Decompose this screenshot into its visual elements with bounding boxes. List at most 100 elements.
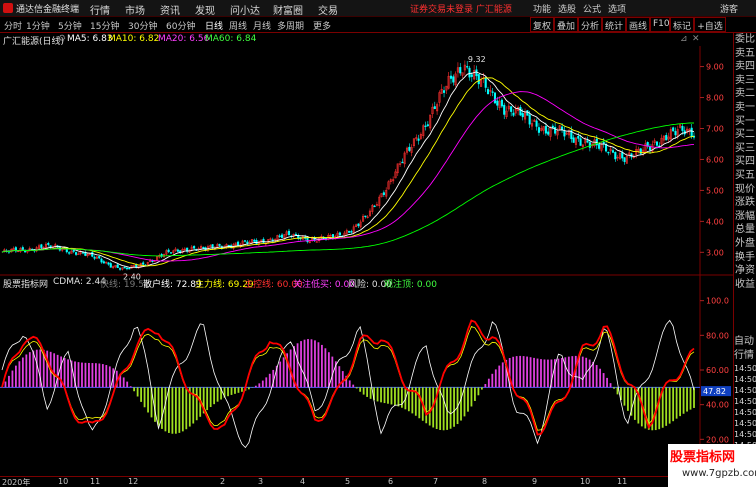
collapse-icon[interactable]: ⊿	[680, 34, 688, 44]
menu-item-xuangu[interactable]: 选股	[558, 2, 576, 15]
login-notice[interactable]: 证券交易未登录 广汇能源	[410, 2, 512, 15]
tab-monthly[interactable]: 月线	[253, 19, 271, 32]
candle-body	[125, 267, 129, 270]
high-price-label: 9.32	[468, 55, 486, 64]
quote-item: 卖五	[735, 47, 755, 59]
quote-item: 卖二	[735, 88, 755, 100]
date-tick: 11	[617, 477, 628, 486]
candle-body	[452, 76, 455, 83]
menu-item-caifuquan[interactable]: 财富圈	[273, 2, 303, 17]
menu-item-gongshi[interactable]: 公式	[583, 2, 601, 15]
fuquan-button[interactable]: 复权	[530, 17, 554, 32]
tick-item[interactable]: 自动	[733, 335, 756, 349]
candle-body	[598, 144, 601, 149]
date-tick: 4	[300, 477, 306, 486]
candle-body	[348, 230, 351, 233]
candle-body	[491, 91, 494, 93]
tab-multi-period[interactable]: 多周期	[277, 19, 304, 32]
candle-body	[611, 150, 615, 153]
tab-1min[interactable]: 1分钟	[26, 19, 50, 32]
candle-body	[621, 152, 624, 159]
menu-item-youke[interactable]: 游客	[720, 2, 738, 15]
tab-5min[interactable]: 5分钟	[58, 19, 82, 32]
quote-item: 买五	[735, 169, 755, 181]
ma20-line	[1, 91, 695, 262]
candle-body	[98, 256, 101, 259]
candle-body	[100, 258, 103, 263]
candle-body	[218, 243, 221, 246]
candle-body	[246, 241, 249, 244]
quote-item: 买二	[735, 129, 755, 141]
add-favorite-button[interactable]: +自选	[694, 17, 726, 32]
quote-item: 委比	[735, 34, 755, 45]
candle-body	[243, 240, 247, 242]
candle-body	[373, 205, 376, 208]
candle-body	[433, 106, 436, 110]
tab-fenshi[interactable]: 分时	[4, 19, 22, 32]
price-tick-label: 7.00	[706, 124, 724, 133]
menu-item-shichang[interactable]: 市场	[125, 2, 145, 17]
menu-item-wenxiaoda[interactable]: 问小达	[230, 2, 260, 17]
candle-body	[72, 250, 75, 252]
candle-body	[512, 112, 515, 116]
analysis-button[interactable]: 分析	[578, 17, 602, 32]
candle-body	[40, 244, 43, 248]
statistics-button[interactable]: 统计	[602, 17, 626, 32]
ma5-label: MA5: 6.83	[67, 34, 113, 44]
candle-body	[544, 126, 547, 134]
candle-body	[442, 90, 446, 93]
candle-body	[475, 69, 478, 77]
candle-body	[237, 241, 240, 246]
close-icon[interactable]: ✕	[692, 34, 700, 44]
price-tick-label: 5.00	[706, 186, 724, 195]
candle-body	[681, 126, 684, 131]
menu-item-gongneng[interactable]: 功能	[533, 2, 551, 15]
menu-item-jiaoyi[interactable]: 交易	[318, 2, 338, 17]
candle-body	[577, 135, 580, 139]
menu-item-hangqing[interactable]: 行情	[90, 2, 110, 17]
tab-30min[interactable]: 30分钟	[128, 19, 157, 32]
quote-item: 卖三	[735, 74, 755, 86]
candle-body	[350, 231, 353, 233]
candle-body	[554, 127, 557, 134]
tab-15min[interactable]: 15分钟	[90, 19, 119, 32]
overlay-button[interactable]: 叠加	[554, 17, 578, 32]
quote-item: 收益	[735, 278, 755, 290]
candle-body	[623, 157, 626, 162]
quote-item: 买三	[735, 142, 755, 154]
candle-body	[123, 267, 126, 269]
tab-daily[interactable]: 日线	[205, 19, 223, 32]
quote-item: 买四	[735, 156, 755, 168]
ma20-label: MA20: 6.56	[158, 34, 210, 44]
tab-60min[interactable]: 60分钟	[166, 19, 195, 32]
candle-body	[586, 140, 589, 143]
tab-weekly[interactable]: 周线	[229, 19, 247, 32]
quote-item: 总量	[735, 224, 755, 236]
candle-body	[655, 141, 659, 146]
menu-item-xuanxiang[interactable]: 选项	[608, 2, 626, 15]
price-tick-label: 9.00	[706, 63, 724, 72]
candle-body	[547, 131, 550, 135]
menu-item-zixun[interactable]: 资讯	[160, 2, 180, 17]
candle-body	[493, 92, 497, 104]
candle-body	[382, 192, 385, 195]
candle-body	[109, 263, 112, 268]
candle-body	[91, 252, 94, 257]
candle-body	[128, 268, 131, 270]
candle-body	[528, 114, 531, 125]
tick-item: 14:50	[734, 419, 756, 428]
candle-body	[102, 261, 105, 264]
candle-body	[68, 252, 71, 254]
f10-button[interactable]: F10	[650, 17, 670, 32]
candle-body	[357, 223, 360, 226]
indicator-name: 股票指标网	[3, 280, 49, 290]
candle-body	[253, 239, 256, 242]
candle-body	[690, 127, 693, 137]
settings-icon[interactable]: ⚙	[58, 34, 66, 44]
candle-body	[563, 130, 566, 137]
mark-button[interactable]: 标记	[670, 17, 694, 32]
draw-line-button[interactable]: 画线	[626, 17, 650, 32]
tick-item: 14:50	[734, 375, 756, 384]
menu-item-faxian[interactable]: 发现	[195, 2, 215, 17]
tab-more[interactable]: 更多	[313, 19, 331, 32]
